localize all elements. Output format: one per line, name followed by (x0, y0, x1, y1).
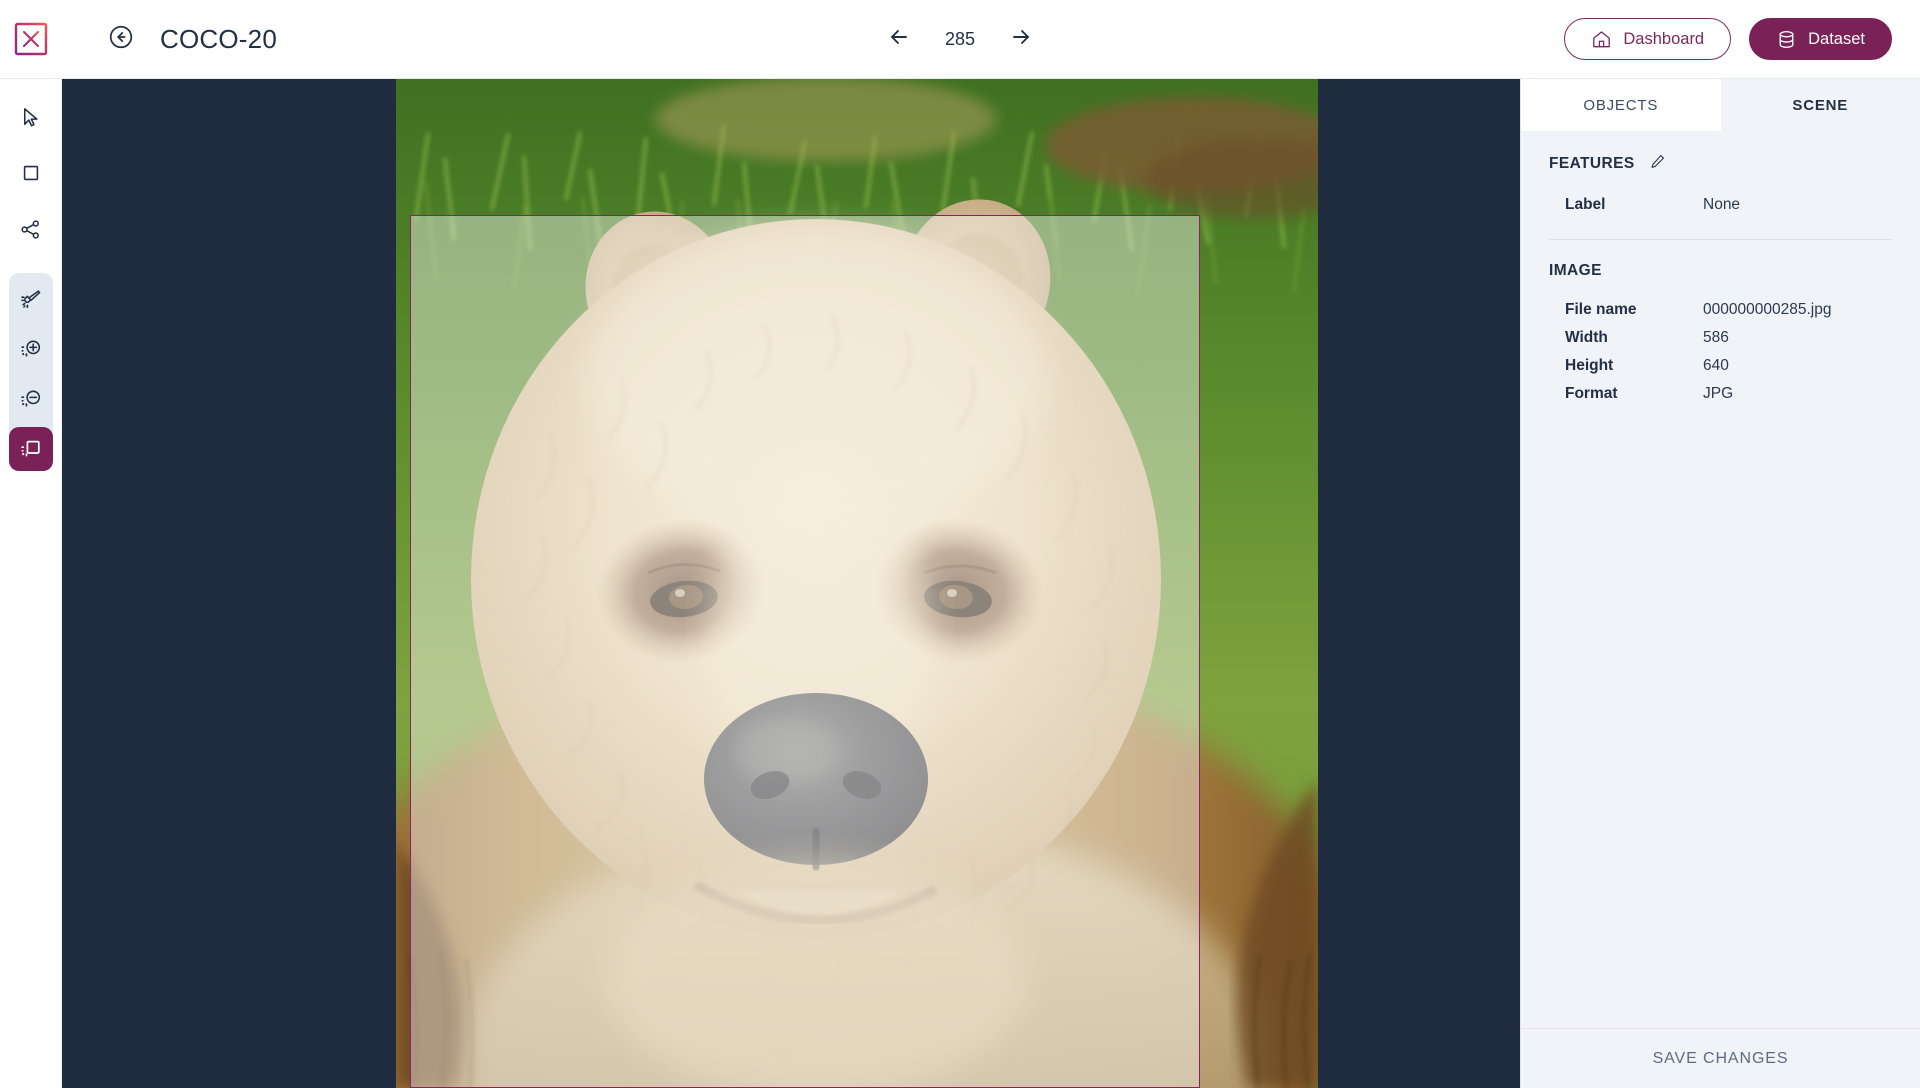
image-filename-value: 000000000285.jpg (1703, 301, 1832, 318)
back-button[interactable] (104, 22, 138, 56)
magic-wand-box-tool[interactable] (8, 427, 53, 471)
image-title: IMAGE (1549, 262, 1602, 279)
database-icon (1776, 29, 1797, 50)
image-format-key: Format (1565, 385, 1618, 402)
image-filename-key: File name (1565, 301, 1637, 318)
image-row-format: Format JPG (1549, 380, 1892, 408)
features-section: FEATURES Label None (1521, 131, 1920, 240)
x-logo-icon (14, 22, 48, 56)
next-image-button[interactable] (1006, 24, 1036, 54)
bounding-box-annotation[interactable] (410, 215, 1200, 1088)
select-tool[interactable] (9, 95, 53, 139)
image-heading: IMAGE (1549, 262, 1892, 280)
tools-sidebar (0, 79, 62, 1088)
home-icon (1591, 29, 1612, 50)
app-header: COCO-20 285 Dashboard Dataset (0, 0, 1920, 79)
feature-label-key: Label (1565, 196, 1606, 213)
current-image-index: 285 (944, 28, 976, 49)
magic-wand-icon (19, 287, 43, 311)
image-height-key: Height (1565, 357, 1614, 374)
arrow-left-icon (887, 25, 911, 54)
magic-wand-square-icon (19, 437, 43, 461)
details-panel: OBJECTS SCENE FEATURES Label None IMAGE … (1520, 79, 1920, 1088)
image-height-value: 640 (1703, 357, 1729, 374)
image-width-value: 586 (1703, 329, 1729, 346)
image-canvas[interactable] (62, 79, 1520, 1088)
dashboard-button[interactable]: Dashboard (1564, 18, 1732, 60)
save-changes-label: SAVE CHANGES (1652, 1049, 1789, 1067)
magic-wand-add-tool[interactable] (9, 327, 53, 371)
magic-wand-tool[interactable] (9, 277, 53, 321)
magic-wand-tool-group (8, 273, 53, 471)
cursor-arrow-icon (19, 106, 42, 129)
tab-objects[interactable]: OBJECTS (1521, 79, 1721, 131)
arrow-circle-left-icon (108, 24, 134, 55)
annotation-app: COCO-20 285 Dashboard Dataset OBJECTS SC… (0, 0, 1920, 1088)
logo-container (0, 22, 62, 56)
app-body: OBJECTS SCENE FEATURES Label None IMAGE … (0, 79, 1920, 1088)
image-row-width: Width 586 (1549, 324, 1892, 352)
magic-wand-plus-icon (19, 337, 43, 361)
image-row-height: Height 640 (1549, 352, 1892, 380)
pencil-icon[interactable] (1649, 153, 1666, 175)
polygon-tool[interactable] (9, 207, 53, 251)
feature-row-label: Label None (1549, 191, 1892, 219)
dataset-button-label: Dataset (1808, 29, 1865, 48)
image-pager: 285 (884, 24, 1036, 54)
panel-tabs: OBJECTS SCENE (1521, 79, 1920, 131)
page-title: COCO-20 (160, 23, 277, 54)
tab-scene[interactable]: SCENE (1720, 79, 1920, 131)
image-row-filename: File name 000000000285.jpg (1549, 296, 1892, 324)
prev-image-button[interactable] (884, 24, 914, 54)
image-width-key: Width (1565, 329, 1608, 346)
features-heading: FEATURES (1549, 153, 1892, 175)
arrow-right-icon (1009, 25, 1033, 54)
dashboard-button-label: Dashboard (1623, 29, 1705, 48)
square-icon (20, 162, 42, 184)
image-format-value: JPG (1703, 385, 1734, 402)
image-section: IMAGE File name 000000000285.jpg Width 5… (1521, 240, 1920, 408)
features-title: FEATURES (1549, 155, 1635, 172)
feature-label-value[interactable]: None (1703, 196, 1740, 214)
save-changes-button[interactable]: SAVE CHANGES (1521, 1028, 1920, 1088)
rectangle-tool[interactable] (9, 151, 53, 195)
dataset-button[interactable]: Dataset (1749, 18, 1892, 60)
panel-spacer (1521, 408, 1920, 1028)
magic-wand-subtract-tool[interactable] (9, 377, 53, 421)
magic-wand-minus-icon (19, 387, 43, 411)
header-actions: Dashboard Dataset (1564, 18, 1892, 60)
share-nodes-icon (19, 218, 42, 241)
